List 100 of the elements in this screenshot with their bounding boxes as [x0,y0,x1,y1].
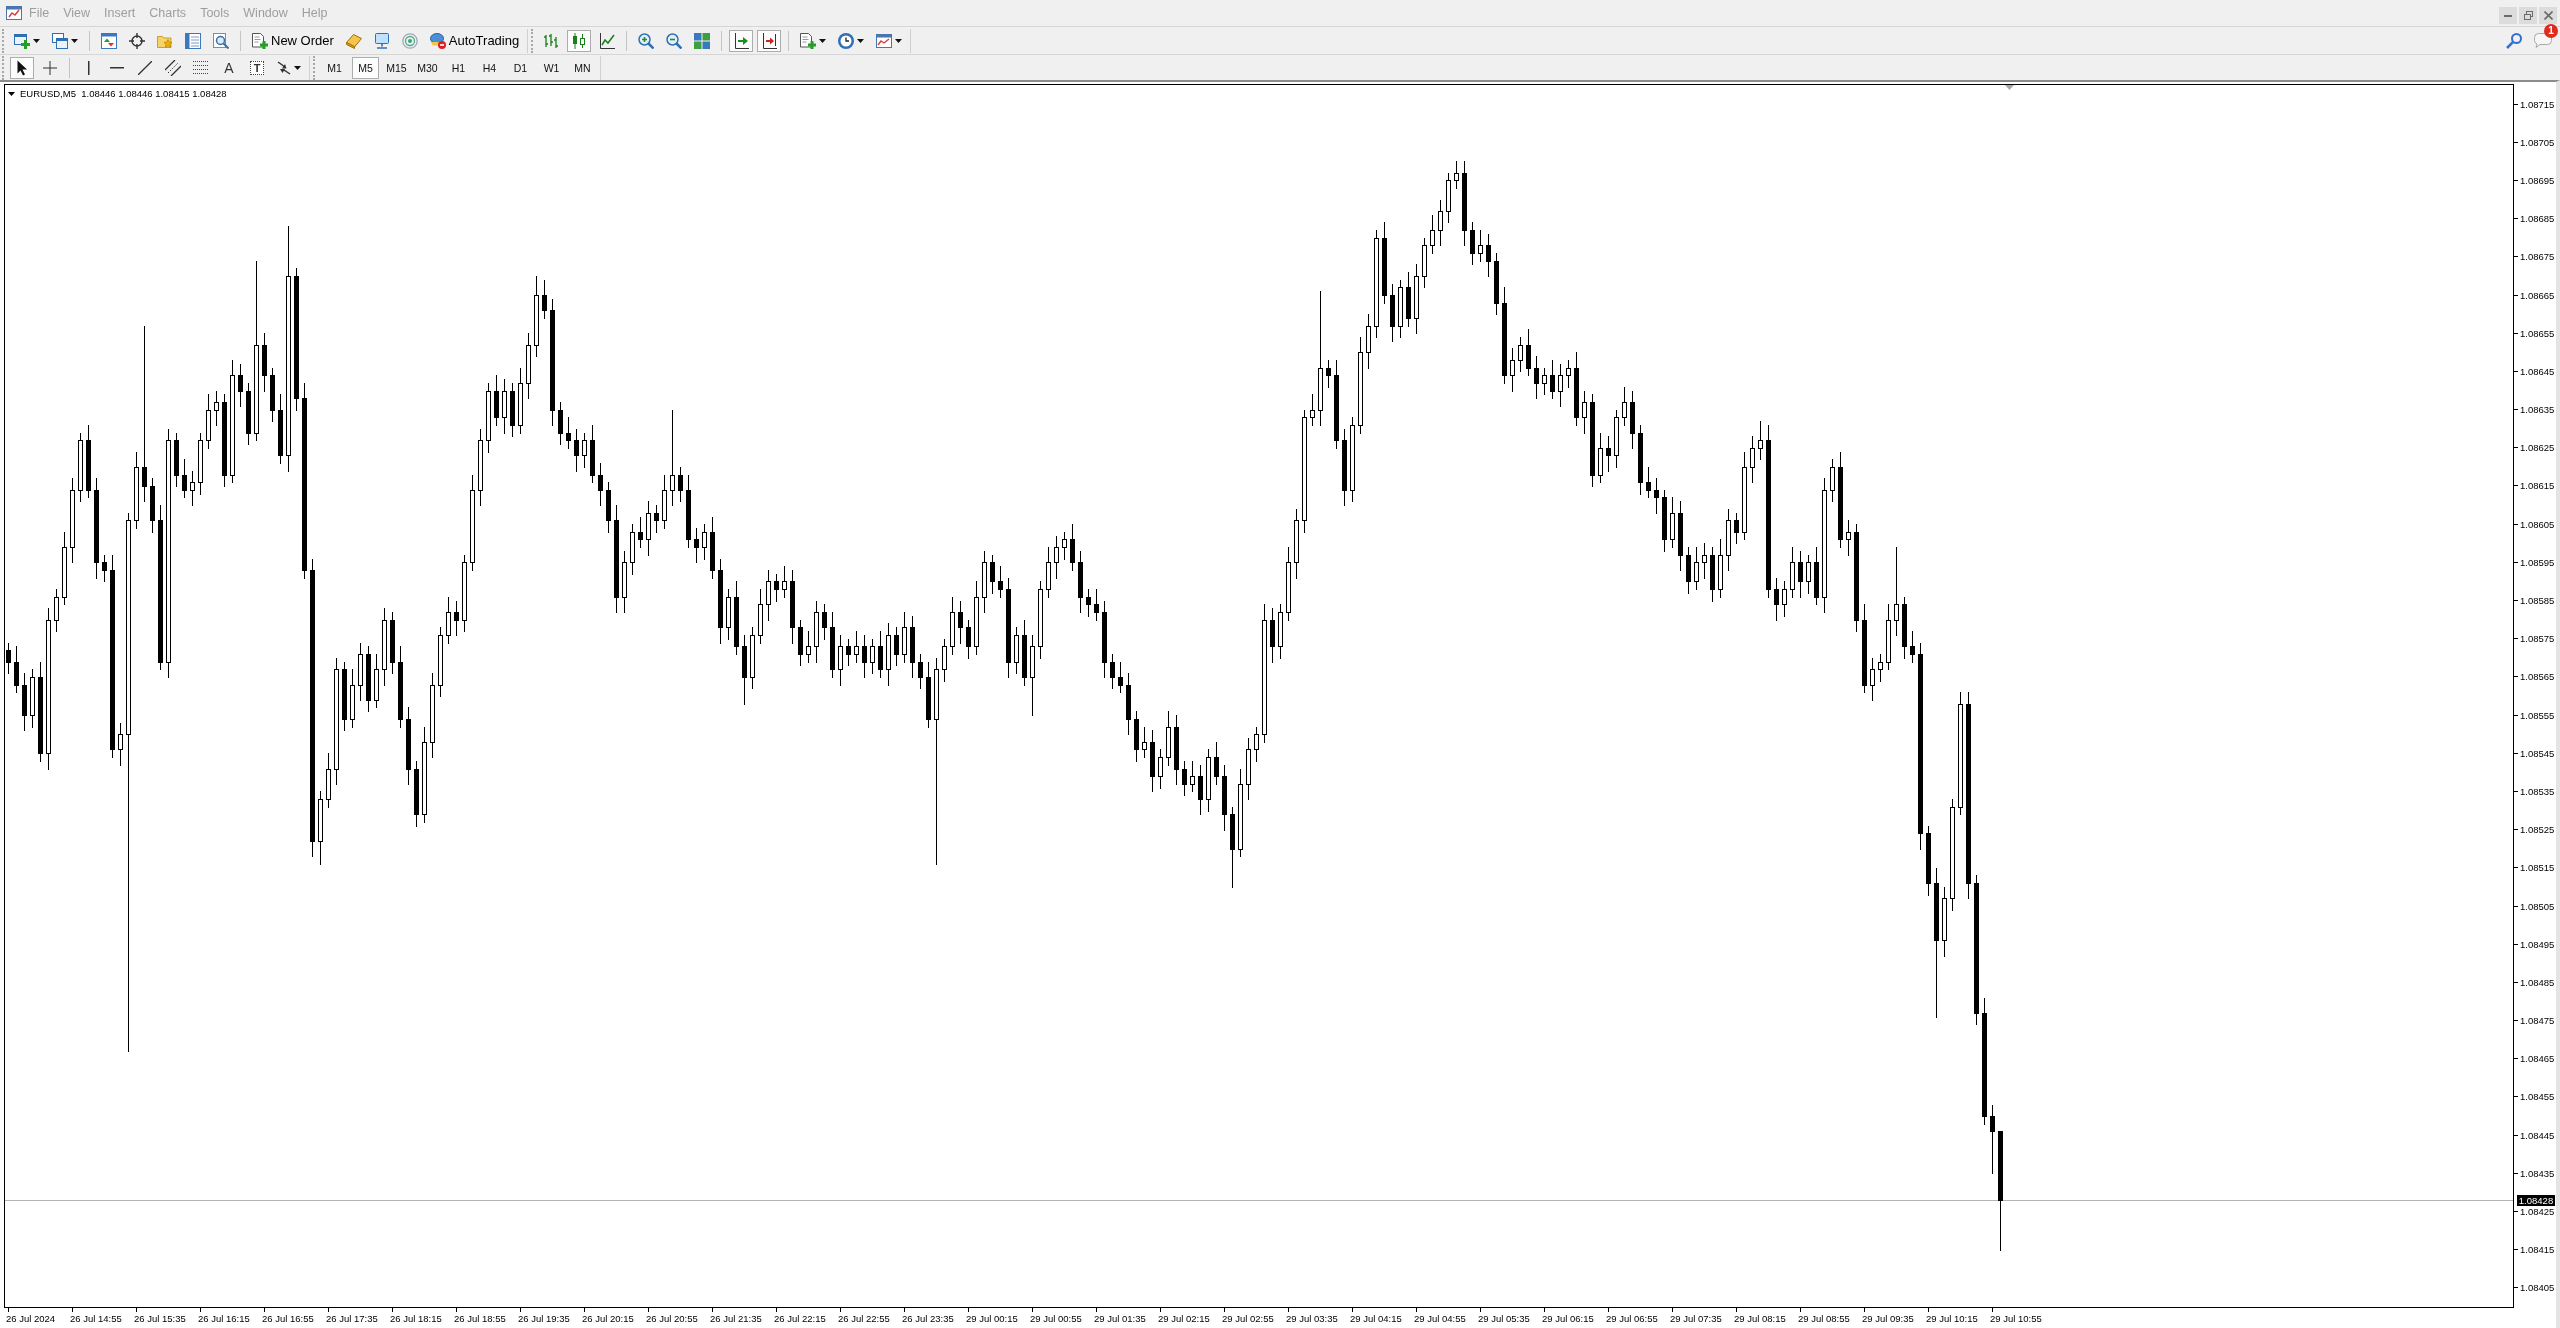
period-button[interactable]: H1 [445,56,472,79]
grid-icon [694,32,711,49]
cursor-button[interactable] [10,56,34,79]
time-axis-label: 26 Jul 14:55 [70,1308,122,1324]
ohlc-bars-icon [543,32,560,49]
price-axis-label: 1.08405 [2514,1282,2555,1294]
diagonal-line-icon [138,60,152,75]
list-window-icon [185,32,201,49]
time-axis-label: 29 Jul 09:35 [1862,1308,1914,1324]
candlestick-icon [571,32,588,49]
price-axis-label: 1.08705 [2514,136,2555,148]
price-axis-label: 1.08675 [2514,251,2555,263]
period-button[interactable]: MN [569,56,596,79]
time-axis-label: 29 Jul 04:15 [1350,1308,1402,1324]
arrows-window-icon [101,32,117,49]
text-tool-button[interactable]: A [217,56,241,79]
time-axis-label: 29 Jul 08:55 [1798,1308,1850,1324]
minimize-button[interactable] [2499,7,2517,24]
time-axis-label: 29 Jul 00:15 [966,1308,1018,1324]
chart-icon [6,5,22,21]
caret-icon [33,38,40,43]
document-plus-icon [800,32,817,49]
period-button[interactable]: M30 [414,56,441,79]
price-axis-label: 1.08605 [2514,518,2555,530]
horizontal-line-icon [110,66,124,69]
period-button[interactable]: D1 [507,56,534,79]
triangle-marker-icon [2005,85,2014,90]
signal-icon [401,32,418,49]
axis-arrow-icon [733,32,750,49]
dotted-lines-icon [193,61,209,74]
time-axis-label: 29 Jul 06:15 [1542,1308,1594,1324]
time-axis-label: 29 Jul 03:35 [1286,1308,1338,1324]
caret-icon [819,38,827,43]
autotrading-button[interactable]: AutoTrading [425,29,524,52]
time-axis-label: 29 Jul 02:15 [1158,1308,1210,1324]
price-axis-label: 1.08625 [2514,442,2555,454]
crosshair-icon [129,32,145,49]
price-axis-label: 1.08695 [2514,174,2555,186]
price-axis-label: 1.08445 [2514,1129,2555,1141]
restore-button[interactable] [2519,7,2537,24]
price-axis-label: 1.08545 [2514,747,2555,759]
time-axis-label: 26 Jul 2024 [6,1308,56,1324]
time-axis-label: 26 Jul 19:35 [518,1308,570,1324]
candlestick-chart-button[interactable] [567,29,592,52]
time-axis-label: 29 Jul 04:55 [1414,1308,1466,1324]
current-price-label: 1.08428 [2517,1194,2555,1206]
search-button[interactable] [2506,32,2522,49]
text-label-tool-button[interactable]: T [250,60,264,75]
period-button[interactable]: W1 [538,56,565,79]
crosshair-icon [43,60,57,75]
price-axis-label: 1.08655 [2514,327,2555,339]
book-icon [345,32,362,49]
caret-down-icon [8,91,15,96]
price-axis-label: 1.08635 [2514,404,2555,416]
period-button[interactable]: H4 [476,56,503,79]
time-axis-label: 26 Jul 21:35 [710,1308,762,1324]
price-axis-label: 1.08575 [2514,633,2555,645]
document-plus-icon [252,32,268,49]
auto-scroll-button[interactable] [729,29,754,52]
axis-shift-icon [761,32,778,49]
time-axis-label: 26 Jul 18:15 [390,1308,442,1324]
chart-shift-button[interactable] [757,29,782,52]
time-axis-label: 29 Jul 02:55 [1222,1308,1274,1324]
time-axis-label: 26 Jul 20:55 [646,1308,698,1324]
time-axis-label: 26 Jul 15:35 [134,1308,186,1324]
time-axis-label: 26 Jul 23:35 [902,1308,954,1324]
time-axis-label: 26 Jul 16:15 [198,1308,250,1324]
window-plus-icon [14,32,30,49]
period-button[interactable]: M5 [352,56,379,79]
time-axis-label: 29 Jul 07:35 [1670,1308,1722,1324]
caret-icon [895,38,903,43]
price-axis-label: 1.08435 [2514,1167,2555,1179]
price-axis-label: 1.08485 [2514,976,2555,988]
zoom-out-icon [666,32,683,49]
magnifier-document-icon [213,32,229,49]
vertical-line-icon [88,60,90,75]
time-axis-label: 26 Jul 16:55 [262,1308,314,1324]
close-icon [2543,11,2553,20]
windows-icon [52,32,68,49]
search-icon [2506,32,2522,49]
price-axis-label: 1.08715 [2514,98,2555,110]
time-axis-label: 29 Jul 10:15 [1926,1308,1978,1324]
period-button[interactable]: M1 [321,56,348,79]
time-axis-label: 29 Jul 01:35 [1094,1308,1146,1324]
price-axis-label: 1.08665 [2514,289,2555,301]
new-order-button[interactable]: New Order [248,29,338,52]
close-button[interactable] [2539,7,2557,24]
price-axis-label: 1.08535 [2514,785,2555,797]
time-axis-label: 26 Jul 22:55 [838,1308,890,1324]
clock-icon [838,32,855,49]
notification-badge: 1 [2544,24,2558,38]
chart-window-icon [876,32,893,49]
line-chart-icon [599,32,616,49]
time-axis-label: 29 Jul 00:55 [1030,1308,1082,1324]
period-button[interactable]: M15 [383,56,410,79]
minimize-icon [2504,14,2512,17]
stop-badge-icon [429,32,446,49]
price-axis-label: 1.08415 [2514,1244,2555,1256]
time-axis-label: 29 Jul 06:55 [1606,1308,1658,1324]
price-axis-label: 1.08565 [2514,671,2555,683]
